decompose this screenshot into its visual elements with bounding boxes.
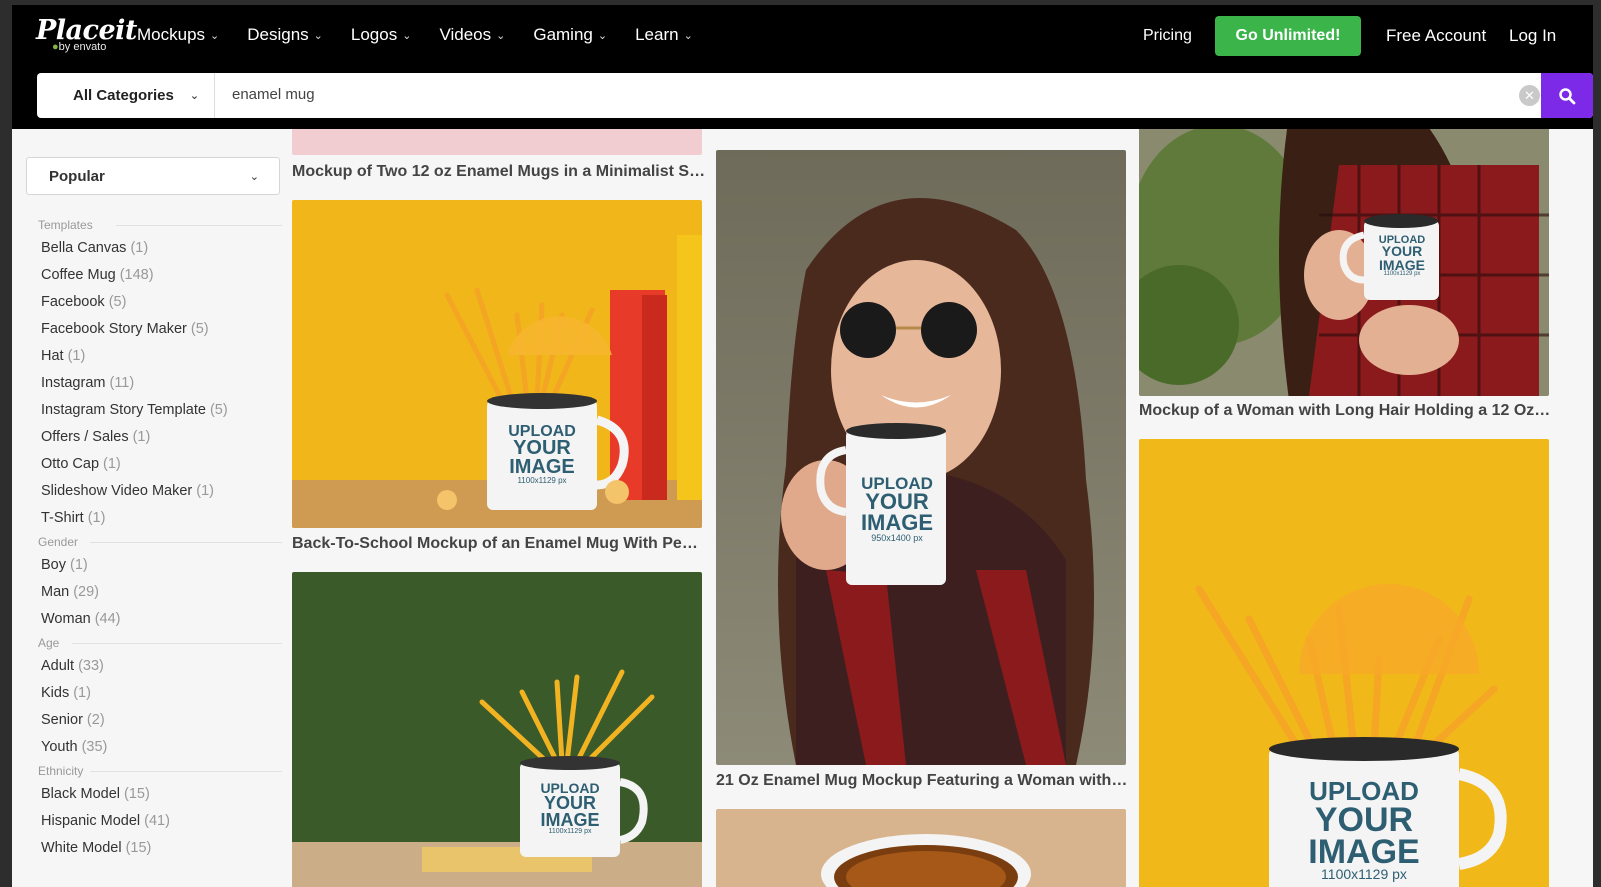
pricing-link[interactable]: Pricing bbox=[1143, 27, 1192, 45]
result-card-image[interactable]: UPLOAD YOUR IMAGE 1100x1129 px bbox=[1139, 439, 1549, 887]
facet-item[interactable]: Kids (1) bbox=[26, 680, 282, 707]
facet-group-heading: Age bbox=[26, 633, 282, 653]
result-card-title[interactable]: Mockup of Two 12 oz Enamel Mugs in a Min… bbox=[292, 163, 706, 181]
nav-logos[interactable]: Logos ⌄ bbox=[351, 25, 412, 45]
mug-upload-print: UPLOAD YOUR IMAGE 950x1400 px bbox=[860, 474, 934, 543]
chevron-down-icon: ⌄ bbox=[210, 29, 220, 42]
mug-upload-print: UPLOAD YOUR IMAGE 1100x1129 px bbox=[508, 423, 576, 486]
facet-item[interactable]: Black Model (15) bbox=[26, 781, 282, 808]
facet-item[interactable]: Bella Canvas (1) bbox=[26, 235, 282, 262]
free-account-link[interactable]: Free Account bbox=[1386, 26, 1486, 46]
result-card-image[interactable] bbox=[716, 809, 1126, 887]
mug-upload-print: UPLOAD YOUR IMAGE 1100x1129 px bbox=[540, 780, 600, 836]
facet-item[interactable]: Facebook (5) bbox=[26, 289, 282, 316]
facet-item[interactable]: Woman (44) bbox=[26, 606, 282, 633]
chevron-down-icon: ⌄ bbox=[597, 29, 608, 42]
mug-pencils-green-photo bbox=[292, 572, 702, 887]
category-select[interactable]: All Categories ⌄ bbox=[37, 73, 215, 118]
result-card-title[interactable]: Mockup of a Woman with Long Hair Holding… bbox=[1139, 402, 1553, 420]
facet-group-heading: Templates bbox=[26, 215, 282, 235]
woman-sunglasses-mug-photo bbox=[716, 150, 1126, 765]
go-unlimited-button[interactable]: Go Unlimited! bbox=[1215, 16, 1361, 56]
result-card-title[interactable]: Back-To-School Mockup of an Enamel Mug W… bbox=[292, 535, 706, 553]
facet-group-heading: Ethnicity bbox=[26, 761, 282, 781]
result-card-title-cut bbox=[716, 129, 1130, 131]
nav-mockups[interactable]: Mockups ⌄ bbox=[137, 25, 219, 45]
facet-item[interactable]: Coffee Mug (148) bbox=[26, 262, 282, 289]
chevron-down-icon: ⌄ bbox=[402, 29, 412, 42]
chevron-down-icon: ⌄ bbox=[313, 29, 323, 42]
facet-item[interactable]: Youth (35) bbox=[26, 734, 282, 761]
chevron-down-icon: ⌄ bbox=[249, 170, 259, 183]
result-card-image[interactable]: UPLOAD YOUR IMAGE 1100x1129 px bbox=[292, 200, 702, 528]
facet-item[interactable]: Senior (2) bbox=[26, 707, 282, 734]
content-area: Popular ⌄ Templates Bella Canvas (1) Coff… bbox=[12, 129, 1593, 887]
main-nav: Mockups ⌄ Designs ⌄ Logos ⌄ Videos ⌄ Gaming ⌄… bbox=[137, 25, 693, 45]
result-card-image[interactable] bbox=[292, 129, 702, 155]
woman-long-hair-mug-photo bbox=[1139, 129, 1549, 396]
result-card-title[interactable]: 21 Oz Enamel Mug Mockup Featuring a Woma… bbox=[716, 772, 1130, 790]
search-button[interactable] bbox=[1541, 73, 1593, 118]
app-frame: Placeit ●by envato Mockups ⌄ Designs ⌄ Log… bbox=[0, 0, 1601, 887]
chevron-down-icon: ⌄ bbox=[189, 90, 200, 102]
result-card-image[interactable]: UPLOAD YOUR IMAGE 950x1400 px bbox=[716, 150, 1126, 765]
facet-item[interactable]: White Model (15) bbox=[26, 835, 282, 862]
facet-item[interactable]: Slideshow Video Maker (1) bbox=[26, 478, 282, 505]
login-link[interactable]: Log In bbox=[1509, 26, 1556, 46]
nav-videos[interactable]: Videos ⌄ bbox=[439, 25, 505, 45]
category-select-label: All Categories bbox=[73, 87, 174, 104]
mug-upload-print: UPLOAD YOUR IMAGE 1100x1129 px bbox=[1308, 776, 1420, 883]
search-input[interactable]: enamel mug bbox=[232, 86, 315, 103]
result-card-image[interactable]: UPLOAD YOUR IMAGE 1100x1129 px bbox=[292, 572, 702, 887]
result-card-image[interactable]: UPLOAD YOUR IMAGE 1100x1129 px bbox=[1139, 129, 1549, 396]
facet-item[interactable]: Facebook Story Maker (5) bbox=[26, 316, 282, 343]
facet-item[interactable]: Instagram (11) bbox=[26, 370, 282, 397]
search-bar: All Categories ⌄ enamel mug ✕ bbox=[37, 73, 1593, 118]
nav-learn[interactable]: Learn ⌄ bbox=[635, 25, 693, 45]
facet-group-heading: Gender bbox=[26, 532, 282, 552]
facet-item[interactable]: Adult (33) bbox=[26, 653, 282, 680]
chevron-down-icon: ⌄ bbox=[683, 29, 693, 42]
clear-search-icon[interactable]: ✕ bbox=[1519, 85, 1540, 106]
top-header: Placeit ●by envato Mockups ⌄ Designs ⌄ Log… bbox=[12, 5, 1593, 129]
placeit-logo[interactable]: Placeit ●by envato bbox=[36, 15, 137, 53]
chevron-down-icon: ⌄ bbox=[496, 29, 506, 42]
facet-item[interactable]: T-Shirt (1) bbox=[26, 505, 282, 532]
facet-item[interactable]: Instagram Story Template (5) bbox=[26, 397, 282, 424]
sort-select[interactable]: Popular ⌄ bbox=[26, 157, 280, 195]
facet-item[interactable]: Hat (1) bbox=[26, 343, 282, 370]
facet-item[interactable]: Otto Cap (1) bbox=[26, 451, 282, 478]
facet-item[interactable]: Offers / Sales (1) bbox=[26, 424, 282, 451]
nav-designs[interactable]: Designs ⌄ bbox=[247, 25, 323, 45]
nav-gaming[interactable]: Gaming ⌄ bbox=[533, 25, 607, 45]
mug-coffee-top-photo bbox=[716, 809, 1126, 887]
facet-item[interactable]: Boy (1) bbox=[26, 552, 282, 579]
facet-item[interactable]: Hispanic Model (41) bbox=[26, 808, 282, 835]
facet-item[interactable]: Man (29) bbox=[26, 579, 282, 606]
filter-sidebar: Templates Bella Canvas (1) Coffee Mug (148… bbox=[26, 215, 282, 862]
mug-upload-print: UPLOAD YOUR IMAGE 1100x1129 px bbox=[1378, 234, 1426, 278]
search-icon bbox=[1559, 87, 1576, 104]
sort-select-label: Popular bbox=[49, 167, 105, 185]
